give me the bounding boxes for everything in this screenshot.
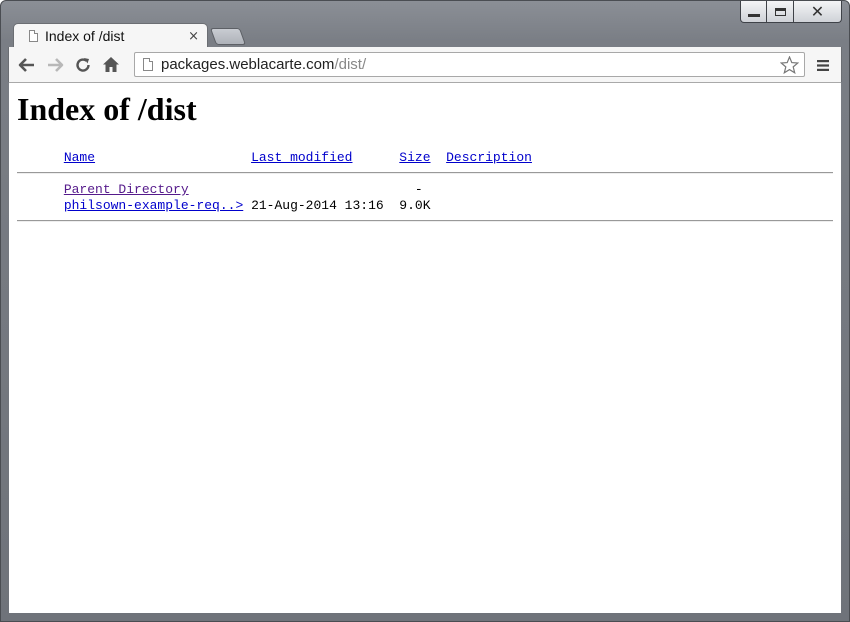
home-icon [103, 57, 119, 72]
sort-by-name-link[interactable]: Name [64, 150, 95, 165]
forward-button[interactable] [41, 51, 69, 79]
row-size: 9.0K [399, 198, 431, 213]
row-modified: 21-Aug-2014 13:16 [251, 198, 384, 213]
tab-title: Index of /dist [45, 28, 125, 44]
url-host: packages.weblacarte.com [161, 56, 335, 73]
close-window-button[interactable]: ✕ [794, 1, 842, 23]
table-row: philsown-example-req..> 21-Aug-2014 13:1… [17, 198, 833, 214]
footer-divider [17, 220, 833, 222]
tab-close-icon[interactable]: × [188, 29, 199, 44]
sort-by-last-modified-link[interactable]: Last modified [251, 150, 352, 165]
reload-button[interactable] [69, 51, 97, 79]
back-arrow-icon [18, 57, 34, 72]
minimize-button[interactable] [740, 1, 767, 23]
back-button[interactable] [13, 51, 41, 79]
star-icon [780, 55, 799, 74]
tab-strip: Index of /dist × [1, 1, 849, 48]
url-text[interactable]: packages.weblacarte.com/dist/ [161, 56, 780, 73]
address-bar[interactable]: packages.weblacarte.com/dist/ [134, 52, 805, 77]
blank-icon-column [17, 150, 64, 165]
page-viewport: Index of /dist Name Last modified Size D… [9, 82, 841, 613]
listing-header: Name Last modified Size Description [17, 150, 833, 166]
table-row: Parent Directory - [17, 182, 833, 198]
sort-by-description-link[interactable]: Description [446, 150, 532, 165]
minimize-icon [747, 14, 760, 17]
forward-arrow-icon [48, 57, 64, 72]
new-tab-button[interactable] [209, 28, 247, 45]
close-icon: ✕ [810, 1, 825, 21]
parent-directory-link[interactable]: Parent Directory [64, 182, 189, 197]
directory-listing-page: Index of /dist Name Last modified Size D… [9, 91, 841, 222]
file-link[interactable]: philsown-example-req..> [64, 198, 243, 213]
window-controls: ✕ [740, 1, 842, 24]
browser-window: Index of /dist × ✕ packages.weblacarte.c… [0, 0, 850, 622]
tab-index-of-dist[interactable]: Index of /dist × [13, 23, 208, 48]
sort-by-size-link[interactable]: Size [399, 150, 430, 165]
bookmark-star-button[interactable] [780, 55, 799, 74]
chrome-menu-button[interactable] [809, 51, 837, 79]
browser-toolbar: packages.weblacarte.com/dist/ [8, 47, 842, 82]
row-size: - [414, 182, 423, 197]
header-divider [17, 172, 833, 174]
listing-table: Name Last modified Size Description Pare… [17, 150, 833, 222]
hamburger-menu-icon [817, 59, 829, 71]
page-icon [143, 58, 153, 71]
home-button[interactable] [97, 51, 125, 79]
page-icon [29, 30, 38, 42]
url-path: /dist/ [334, 56, 367, 73]
page-title: Index of /dist [17, 91, 197, 127]
maximize-icon [774, 7, 786, 16]
maximize-button[interactable] [767, 1, 794, 23]
reload-icon [76, 57, 90, 72]
